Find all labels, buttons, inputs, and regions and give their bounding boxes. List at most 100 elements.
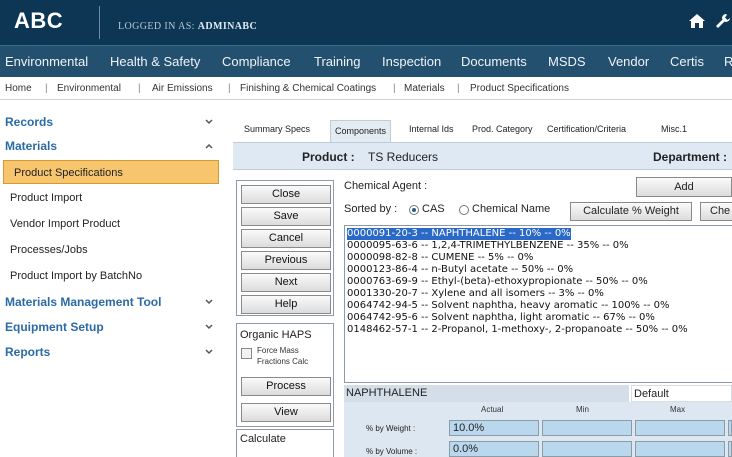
next-button[interactable]: Next xyxy=(241,273,331,292)
chevron-down-icon xyxy=(205,119,213,125)
tab-prod-category[interactable]: Prod. Category xyxy=(472,124,533,134)
chemical-agent-label: Chemical Agent : xyxy=(344,180,428,192)
app-logo[interactable]: ABC xyxy=(14,8,63,34)
cancel-button[interactable]: Cancel xyxy=(241,229,331,248)
list-item[interactable]: 0000123-86-4 -- n-Butyl acetate -- 50% -… xyxy=(347,264,573,276)
weight-min-input[interactable] xyxy=(542,420,632,436)
column-header-max: Max xyxy=(670,405,686,414)
selected-chemical-name: NAPHTHALENE xyxy=(346,387,428,399)
force-mass-fractions-checkbox[interactable] xyxy=(241,348,252,359)
chevron-down-icon xyxy=(205,349,213,355)
breadcrumb-separator: | xyxy=(457,83,460,94)
column-header-actual: Actual xyxy=(481,405,504,414)
nav-item-training[interactable]: Training xyxy=(314,54,360,69)
breadcrumb-finishing[interactable]: Finishing & Chemical Coatings xyxy=(240,83,376,94)
column-header-min: Min xyxy=(576,405,589,414)
list-item[interactable]: 0000098-82-8 -- CUMENE -- 5% -- 0% xyxy=(347,252,533,264)
product-label: Product : xyxy=(302,150,355,164)
home-icon[interactable] xyxy=(688,12,706,30)
sidebar-item-equipment-setup[interactable]: Equipment Setup xyxy=(0,315,226,339)
sort-chemical-name-label: Chemical Name xyxy=(472,203,551,215)
breadcrumb-environmental[interactable]: Environmental xyxy=(57,83,121,94)
wrench-icon[interactable] xyxy=(714,12,732,30)
chemical-button[interactable]: Che xyxy=(700,202,732,221)
nav-item-health-safety[interactable]: Health & Safety xyxy=(110,54,200,69)
tab-summary-specs[interactable]: Summary Specs xyxy=(244,124,310,134)
sort-chemical-name-radio[interactable] xyxy=(459,205,469,215)
sidebar-item-materials-management-tool[interactable]: Materials Management Tool xyxy=(0,290,226,314)
sidebar-item-product-import-batchno[interactable]: Product Import by BatchNo xyxy=(0,264,226,288)
sidebar: Records Materials Product Specifications… xyxy=(0,108,226,457)
volume-min-input[interactable] xyxy=(542,441,632,457)
force-mass-fractions-label: Force Mass Fractions Calc xyxy=(257,346,309,366)
list-item[interactable]: 0064742-94-5 -- Solvent naphtha, heavy a… xyxy=(347,300,670,312)
sidebar-item-reports[interactable]: Reports xyxy=(0,340,226,364)
weight-extra-input[interactable] xyxy=(728,420,732,436)
logged-in-label: LOGGED IN AS: ADMINABC xyxy=(118,21,258,32)
department-label: Department : xyxy=(653,150,728,164)
selected-chemical-header: NAPHTHALENE xyxy=(344,385,629,402)
nav-item-documents[interactable]: Documents xyxy=(461,54,527,69)
logged-in-user: ADMINABC xyxy=(197,21,258,32)
product-name: TS Reducers xyxy=(368,150,439,164)
default-header: Default xyxy=(631,385,732,402)
breadcrumb-materials[interactable]: Materials xyxy=(404,83,445,94)
add-button[interactable]: Add xyxy=(636,177,732,197)
organic-haps-panel: Organic HAPS Force Mass Fractions Calc P… xyxy=(236,323,334,427)
volume-actual-input[interactable]: 0.0% xyxy=(449,441,539,457)
main-nav: Environmental Health & Safety Compliance… xyxy=(0,45,732,77)
action-button-panel: Close Save Cancel Previous Next Help xyxy=(236,180,334,316)
tab-components[interactable]: Components xyxy=(330,120,392,142)
breadcrumb-separator: | xyxy=(228,83,231,94)
tab-misc1[interactable]: Misc.1 xyxy=(661,124,687,134)
sort-cas-radio[interactable] xyxy=(409,205,419,215)
sidebar-item-vendor-import-product[interactable]: Vendor Import Product xyxy=(0,212,226,236)
sidebar-item-records[interactable]: Records xyxy=(0,110,226,134)
action-button-column: Close Save Cancel Previous Next Help Org… xyxy=(236,180,334,457)
list-item[interactable]: 0000763-69-9 -- Ethyl-(beta)-ethoxypropi… xyxy=(347,276,648,288)
list-item[interactable]: 0148462-57-1 -- 2-Propanol, 1-methoxy-, … xyxy=(347,324,688,336)
weight-max-input[interactable] xyxy=(635,420,725,436)
tab-internal-ids[interactable]: Internal Ids xyxy=(409,124,454,134)
breadcrumb-air-emissions[interactable]: Air Emissions xyxy=(152,83,213,94)
breadcrumb-product-specifications[interactable]: Product Specifications xyxy=(470,83,569,94)
close-button[interactable]: Close xyxy=(241,185,331,204)
sidebar-item-materials[interactable]: Materials xyxy=(0,134,226,158)
volume-max-input[interactable] xyxy=(635,441,725,457)
tab-bar: Summary Specs Components Internal Ids Pr… xyxy=(233,118,732,142)
sidebar-item-product-import[interactable]: Product Import xyxy=(0,186,226,210)
product-header: Product : TS Reducers Department : xyxy=(233,142,732,170)
sorted-by-label: Sorted by : xyxy=(344,203,398,215)
save-button[interactable]: Save xyxy=(241,207,331,226)
chevron-down-icon xyxy=(205,299,213,305)
breadcrumb-separator: | xyxy=(138,83,141,94)
nav-item-compliance[interactable]: Compliance xyxy=(222,54,291,69)
breadcrumb-home[interactable]: Home xyxy=(5,83,32,94)
nav-item-vendor[interactable]: Vendor xyxy=(608,54,649,69)
nav-item-certis[interactable]: Certis xyxy=(670,54,704,69)
row-label-volume: % by Volume : xyxy=(366,447,418,456)
list-item[interactable]: 0064742-95-6 -- Solvent naphtha, light a… xyxy=(347,312,655,324)
calculate-weight-button[interactable]: Calculate % Weight xyxy=(570,202,692,221)
nav-item-environmental[interactable]: Environmental xyxy=(5,54,88,69)
sort-cas-label: CAS xyxy=(422,203,445,215)
weight-actual-input[interactable]: 10.0% xyxy=(449,420,539,436)
tab-certification-criteria[interactable]: Certification/Criteria xyxy=(547,124,626,134)
help-button[interactable]: Help xyxy=(241,295,331,314)
list-item[interactable]: 0001330-20-7 -- Xylene and all isomers -… xyxy=(347,288,604,300)
nav-item-inspection[interactable]: Inspection xyxy=(382,54,441,69)
nav-item-msds[interactable]: MSDS xyxy=(548,54,586,69)
list-item[interactable]: 0000095-63-6 -- 1,2,4-TRIMETHYLBENZENE -… xyxy=(347,240,629,252)
sidebar-item-processes-jobs[interactable]: Processes/Jobs xyxy=(0,238,226,262)
process-button[interactable]: Process xyxy=(241,377,331,396)
view-button[interactable]: View xyxy=(241,403,331,422)
chemical-list[interactable]: 0000091-20-3 -- NAPHTHALENE -- 10% -- 0%… xyxy=(344,225,732,383)
list-item[interactable]: 0000091-20-3 -- NAPHTHALENE -- 10% -- 0% xyxy=(347,228,571,240)
volume-extra-input[interactable] xyxy=(728,441,732,457)
sidebar-item-product-specifications[interactable]: Product Specifications xyxy=(3,160,219,184)
nav-item-r[interactable]: R xyxy=(724,54,732,69)
calculate-title: Calculate xyxy=(240,433,286,445)
breadcrumb-separator: | xyxy=(393,83,396,94)
previous-button[interactable]: Previous xyxy=(241,251,331,270)
chevron-down-icon xyxy=(205,324,213,330)
